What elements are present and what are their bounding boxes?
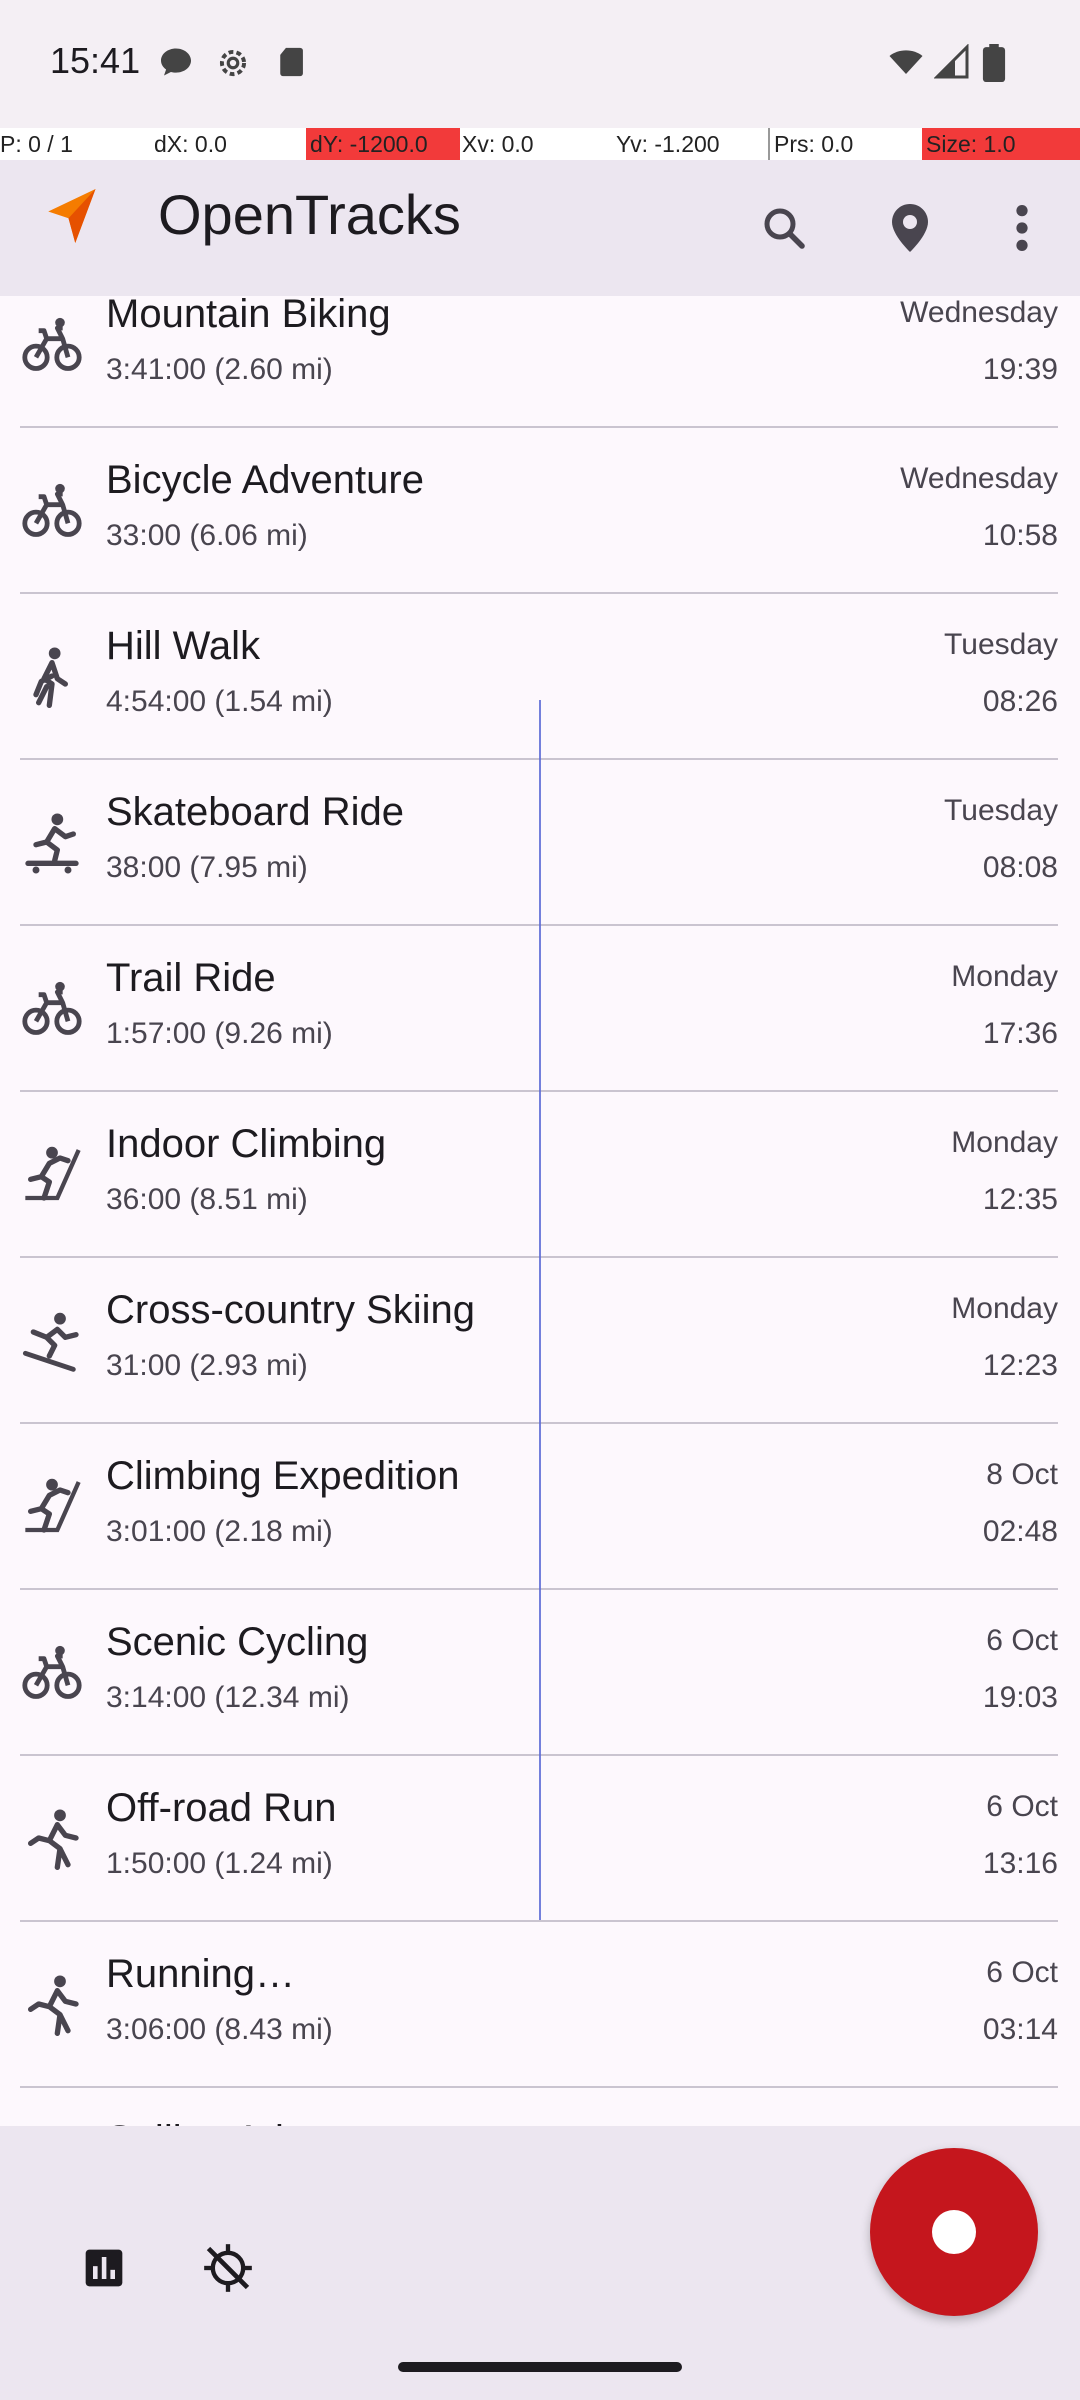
status-time: 15:41	[50, 40, 141, 81]
settings-notification-icon	[219, 49, 247, 77]
track-row[interactable]: Bicycle Adventure 33:00 (6.06 mi) Wednesda…	[0, 428, 1080, 594]
track-date: 8 Oct	[986, 1458, 1058, 1491]
track-time: 08:08	[982, 851, 1058, 884]
track-stats: 38:00 (7.95 mi)	[106, 851, 308, 884]
debug-xv: Xv: 0.0	[462, 131, 534, 157]
track-row[interactable]: Running… 3:06:00 (8.43 mi) 6 Oct 03:14	[0, 1922, 1080, 2088]
app-bar: OpenTracks	[0, 160, 1080, 296]
statistics-button[interactable]	[56, 2220, 152, 2316]
track-stats: 3:41:00 (2.60 mi)	[106, 353, 333, 386]
battery-icon	[982, 44, 1006, 82]
wifi-icon	[889, 50, 923, 74]
track-stats: 1:50:00 (1.24 mi)	[106, 1847, 333, 1880]
track-time: 13:16	[982, 1847, 1058, 1880]
track-time: 10:58	[982, 519, 1058, 552]
bike-icon	[22, 981, 82, 1035]
track-time: 12:35	[982, 1183, 1058, 1216]
track-name: Indoor Climbing	[106, 1122, 387, 1166]
track-name: Hill Walk	[106, 624, 261, 668]
debug-pointer: P: 0 / 1	[0, 131, 73, 157]
track-time: 19:03	[982, 1681, 1058, 1714]
cell-signal-icon	[934, 44, 969, 79]
sd-card-icon	[280, 47, 303, 77]
debug-yv: Yv: -1.200	[616, 131, 720, 157]
track-name: Skateboard Ride	[106, 790, 404, 834]
bike-icon	[22, 483, 82, 537]
debug-dx: dX: 0.0	[154, 131, 227, 157]
overflow-menu-button[interactable]	[974, 180, 1070, 276]
track-row[interactable]: Sailing Adventure5 Oct	[0, 2088, 1080, 2126]
track-date: Wednesday	[900, 296, 1058, 329]
status-bar: 15:41	[0, 0, 1080, 128]
ski-icon	[22, 1312, 79, 1372]
track-stats: 1:57:00 (9.26 mi)	[106, 1017, 333, 1050]
track-name: Sailing Adventure	[106, 2118, 417, 2126]
chat-notification-icon	[161, 48, 191, 76]
location-pin-icon	[892, 204, 928, 252]
track-stats: 4:54:00 (1.54 mi)	[106, 685, 333, 718]
track-date: 6 Oct	[986, 1956, 1058, 1989]
climbing-icon	[25, 1478, 81, 1533]
track-name: Climbing Expedition	[106, 1454, 460, 1498]
run-icon	[27, 1809, 79, 1870]
debug-prs: Prs: 0.0	[768, 128, 853, 160]
track-stats: 33:00 (6.06 mi)	[106, 519, 308, 552]
track-name: Trail Ride	[106, 956, 276, 1000]
track-date: 6 Oct	[986, 1790, 1058, 1823]
track-date: Monday	[951, 1126, 1058, 1159]
track-time: 08:26	[982, 685, 1058, 718]
track-row[interactable]: Mountain Biking 3:41:00 (2.60 mi) Wednesda…	[0, 296, 1080, 428]
bike-icon	[22, 317, 82, 371]
track-date: Monday	[951, 1292, 1058, 1325]
track-time: 17:36	[982, 1017, 1058, 1050]
track-stats: 36:00 (8.51 mi)	[106, 1183, 308, 1216]
track-date: Wednesday	[900, 462, 1058, 495]
track-stats: 3:01:00 (2.18 mi)	[106, 1515, 333, 1548]
gesture-nav-handle[interactable]	[398, 2362, 682, 2372]
skateboard-icon	[25, 813, 79, 874]
track-date: Tuesday	[944, 794, 1058, 827]
app-title: OpenTracks	[158, 183, 461, 246]
pointer-trace-line	[539, 700, 541, 1920]
record-button[interactable]	[870, 2148, 1038, 2316]
run-icon	[27, 1975, 79, 2036]
walk-icon	[33, 647, 68, 708]
track-date: Monday	[951, 960, 1058, 993]
gps-toggle-button[interactable]	[180, 2220, 276, 2316]
track-date: 6 Oct	[986, 1624, 1058, 1657]
record-icon	[932, 2210, 976, 2254]
track-name: Mountain Biking	[106, 296, 391, 336]
markers-button[interactable]	[862, 180, 958, 276]
track-time: 03:14	[982, 2013, 1058, 2046]
climbing-icon	[25, 1146, 81, 1201]
track-date: Tuesday	[944, 628, 1058, 661]
search-button[interactable]	[736, 180, 832, 276]
track-time: 12:23	[982, 1349, 1058, 1382]
track-name: Scenic Cycling	[106, 1620, 369, 1664]
bike-icon	[22, 1645, 82, 1699]
gps-off-icon	[204, 2244, 252, 2292]
track-stats: 3:06:00 (8.43 mi)	[106, 2013, 333, 2046]
opentracks-logo-icon	[48, 189, 96, 243]
search-icon	[764, 208, 805, 249]
track-name: Running…	[106, 1952, 296, 1996]
track-name: Bicycle Adventure	[106, 458, 424, 502]
track-stats: 31:00 (2.93 mi)	[106, 1349, 308, 1382]
debug-size: Size: 1.0	[922, 128, 1080, 160]
track-stats: 3:14:00 (12.34 mi)	[106, 1681, 350, 1714]
track-time: 02:48	[982, 1515, 1058, 1548]
track-name: Off-road Run	[106, 1786, 337, 1830]
pointer-location-overlay: P: 0 / 1 dX: 0.0 dY: -1200.0 Xv: 0.0 Yv:…	[0, 128, 1080, 160]
stats-icon	[85, 2249, 123, 2287]
more-vert-icon	[1016, 205, 1028, 251]
track-time: 19:39	[982, 353, 1058, 386]
debug-dy: dY: -1200.0	[306, 128, 460, 160]
track-name: Cross-country Skiing	[106, 1288, 476, 1332]
